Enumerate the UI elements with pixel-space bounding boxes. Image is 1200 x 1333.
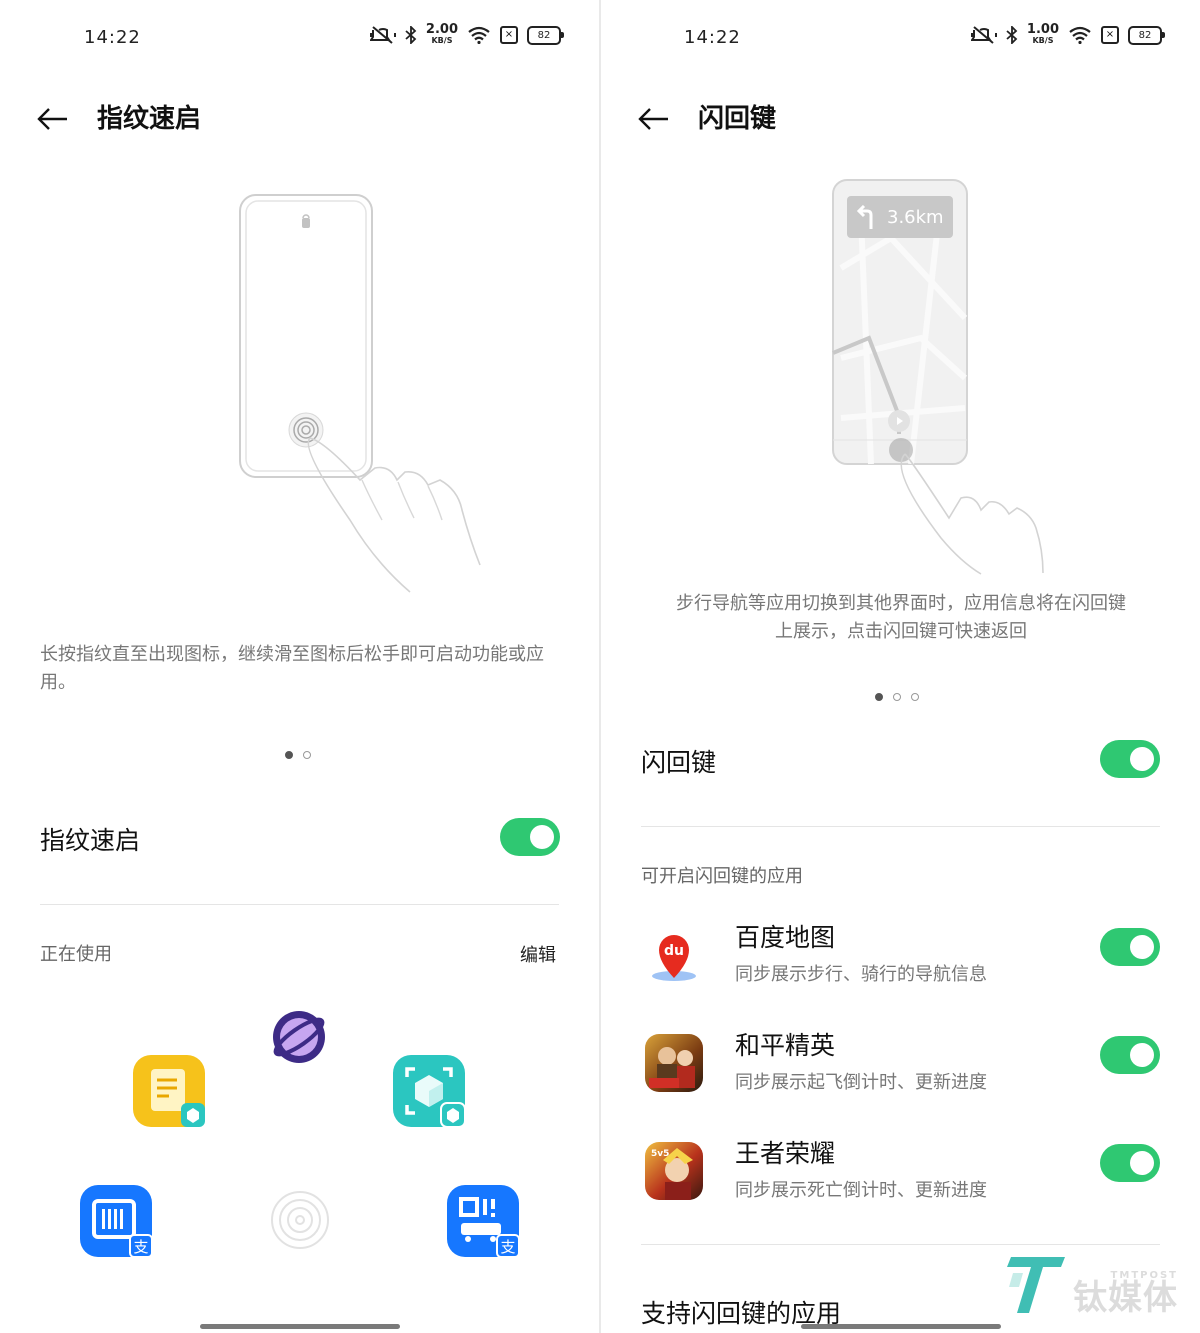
baidu-map-toggle[interactable] [1100,928,1160,966]
turn-left-arrow-icon [856,205,873,229]
home-indicator[interactable] [801,1324,1001,1329]
navigation-distance: 3.6km [887,206,944,228]
wifi-icon [1069,26,1091,44]
no-sim-icon: × [500,26,518,44]
scanner-cube-icon[interactable] [393,1055,465,1127]
status-icons: 2.00 KB/S × 82 [369,23,564,46]
toggle-knob [1130,1043,1154,1067]
watermark-text: TMTPOST 钛媒体 [1073,1270,1178,1315]
edit-button[interactable]: 编辑 [520,941,556,967]
divider [641,826,1160,827]
app-description: 同步展示死亡倒计时、更新进度 [735,1180,987,1201]
app-name: 王者荣耀 [735,1139,836,1168]
network-speed: 2.00 KB/S [426,23,458,46]
alipay-barcode-icon[interactable]: 支 [80,1185,152,1257]
wifi-icon [468,26,490,44]
watermark-big-text: 钛媒体 [1073,1278,1178,1318]
cube-glyph-icon [405,1067,465,1127]
feature-description: 步行导航等应用切换到其他界面时，应用信息将在闪回键上展示，点击闪回键可快速返回 [676,593,1126,642]
network-speed: 1.00 KB/S [1027,23,1059,46]
svg-text:du: du [664,943,684,959]
app-description: 同步展示起飞倒计时、更新进度 [735,1072,987,1093]
status-time: 14:22 [684,27,741,48]
page-dot [893,693,901,701]
flashback-toggle-label: 闪回键 [641,748,717,777]
home-indicator[interactable] [200,1324,400,1329]
page-dot [303,751,311,759]
page-indicator [285,751,311,759]
svg-text:支: 支 [500,1238,515,1256]
section-eligible-apps-label: 可开启闪回键的应用 [641,866,803,887]
alipay-qr-icon[interactable]: 支 [447,1185,519,1257]
bluetooth-icon [405,26,417,44]
page-dot-active [875,693,883,701]
page-dot-active [285,751,293,759]
app-description: 同步展示步行、骑行的导航信息 [735,964,987,985]
status-bar: 14:22 2.00 KB/S × 82 [0,22,599,54]
app-name: 百度地图 [735,923,836,952]
mute-vibrate-icon [369,26,396,44]
tmtpost-watermark: TMTPOST 钛媒体 [1005,1253,1178,1315]
toggle-knob [530,825,554,849]
back-arrow-icon[interactable] [36,102,70,136]
back-arrow-icon[interactable] [637,102,671,136]
battery-level: 82 [537,29,551,41]
battery-level: 82 [1138,29,1152,41]
divider [641,1244,1160,1245]
mute-vibrate-icon [970,26,997,44]
barcode-glyph-icon: 支 [92,1199,152,1257]
fingerprint-toggle[interactable] [500,818,560,856]
page-dot [911,693,919,701]
phone-map-drawing [832,179,1044,575]
divider [40,904,559,905]
flashback-illustration: 3.6km [831,178,1151,578]
flashback-toggle[interactable] [1100,740,1160,778]
page-title: 闪回键 [698,104,777,134]
battery-icon: 82 [1128,25,1165,45]
status-icons: 1.00 KB/S × 82 [970,23,1165,46]
svg-text:支: 支 [133,1238,148,1256]
fingerprint-rings-icon [271,1191,329,1249]
toggle-knob [1130,935,1154,959]
notes-glyph-icon [151,1069,205,1127]
baidu-map-glyph-icon: du [652,935,696,981]
page-title: 指纹速启 [97,104,202,134]
honor-of-kings-icon: 5v5 [645,1142,703,1200]
battery-icon: 82 [527,25,564,45]
peace-elite-icon [645,1034,703,1092]
honor-of-kings-toggle[interactable] [1100,1144,1160,1182]
fingerprint-center-icon [270,1190,330,1250]
fingerprint-toggle-label: 指纹速启 [40,826,141,855]
planet-glyph-icon [273,1011,325,1063]
status-time: 14:22 [84,27,141,48]
flashback-key-screen: 14:22 1.00 KB/S × 82 闪回键 3.6km 步行导航等应用切换… [601,0,1200,1333]
app-name: 和平精英 [735,1031,836,1060]
list-item-baidu-map: du 百度地图 同步展示步行、骑行的导航信息 [641,918,1160,1008]
peace-elite-glyph-icon [649,1047,695,1088]
toggle-knob [1130,747,1154,771]
tmtpost-logo [1007,1257,1065,1313]
peace-elite-toggle[interactable] [1100,1036,1160,1074]
fingerprint-quick-launch-screen: 14:22 2.00 KB/S × 82 指纹速启 长按指纹直至出现图标，继续滑… [0,0,599,1333]
screenshot-pair: 14:22 2.00 KB/S × 82 指纹速启 长按指纹直至出现图标，继续滑… [0,0,1200,1333]
fingerprint-illustration [239,194,481,593]
bluetooth-icon [1006,26,1018,44]
no-sim-icon: × [1101,26,1119,44]
feature-description: 长按指纹直至出现图标，继续滑至图标后松手即可启动功能或应用。 [40,644,544,693]
list-item-honor-of-kings: 5v5 王者荣耀 同步展示死亡倒计时、更新进度 [641,1134,1160,1224]
svg-text:5v5: 5v5 [651,1149,669,1159]
qr-bus-glyph-icon: 支 [459,1197,519,1257]
baidu-map-icon: du [645,926,703,984]
honor-of-kings-glyph-icon: 5v5 [651,1148,693,1200]
browser-planet-icon[interactable] [262,1000,336,1074]
status-bar: 14:22 1.00 KB/S × 82 [601,22,1200,54]
navigation-badge: 3.6km [847,196,953,238]
list-item-peace-elite: 和平精英 同步展示起飞倒计时、更新进度 [641,1026,1160,1116]
toggle-knob [1130,1151,1154,1175]
section-in-use-label: 正在使用 [40,944,112,965]
page-indicator [875,693,919,701]
notes-app-icon[interactable] [133,1055,205,1127]
